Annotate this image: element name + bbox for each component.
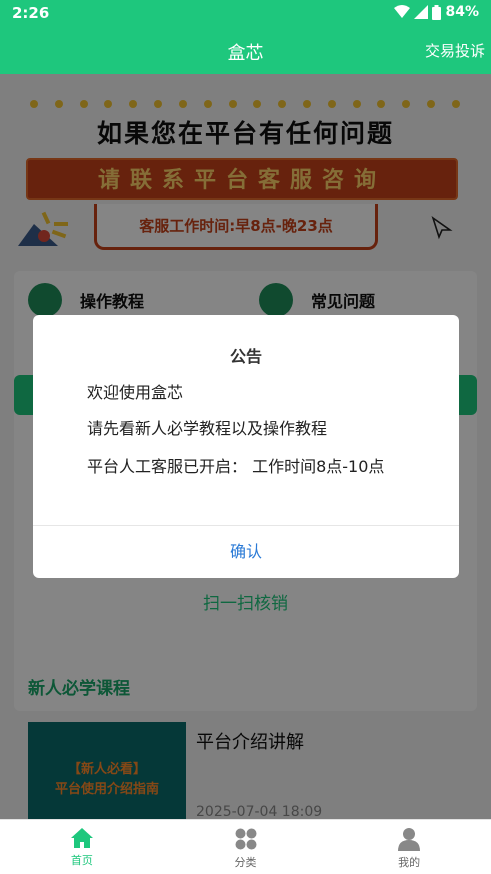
battery-level: 84% — [445, 4, 479, 20]
page-title: 盒芯 — [227, 43, 264, 64]
status-icons: 84% — [394, 4, 479, 20]
signal-icon — [414, 5, 429, 19]
announcement-dialog: 公告 欢迎使用盒芯 请先看新人必学教程以及操作教程 平台人工客服已开启： 工作时… — [33, 315, 459, 578]
wifi-icon — [394, 5, 411, 18]
battery-icon — [432, 4, 442, 20]
tab-category-label: 分类 — [234, 856, 257, 869]
complaint-button[interactable]: 交易投诉 — [425, 40, 485, 61]
category-icon — [235, 828, 256, 850]
tab-mine-label: 我的 — [398, 856, 421, 869]
dialog-line-welcome: 欢迎使用盒芯 — [87, 383, 184, 402]
dialog-line-tutorial: 请先看新人必学教程以及操作教程 — [87, 419, 328, 438]
bottom-tab-bar: 首页 分类 我的 — [0, 819, 491, 874]
tab-home-label: 首页 — [70, 854, 93, 867]
app-bar: 盒芯 交易投诉 — [0, 28, 491, 74]
tab-home[interactable]: 首页 — [0, 820, 164, 874]
status-bar: 2:26 84% — [0, 0, 491, 28]
home-icon — [70, 828, 93, 848]
user-icon — [398, 828, 421, 851]
status-time: 2:26 — [12, 4, 50, 22]
confirm-button[interactable]: 确认 — [33, 525, 459, 578]
dialog-line-service: 平台人工客服已开启： 工作时间8点-10点 — [87, 457, 385, 476]
tab-category[interactable]: 分类 — [164, 820, 328, 874]
tab-mine[interactable]: 我的 — [327, 820, 491, 874]
dialog-title: 公告 — [229, 347, 262, 366]
